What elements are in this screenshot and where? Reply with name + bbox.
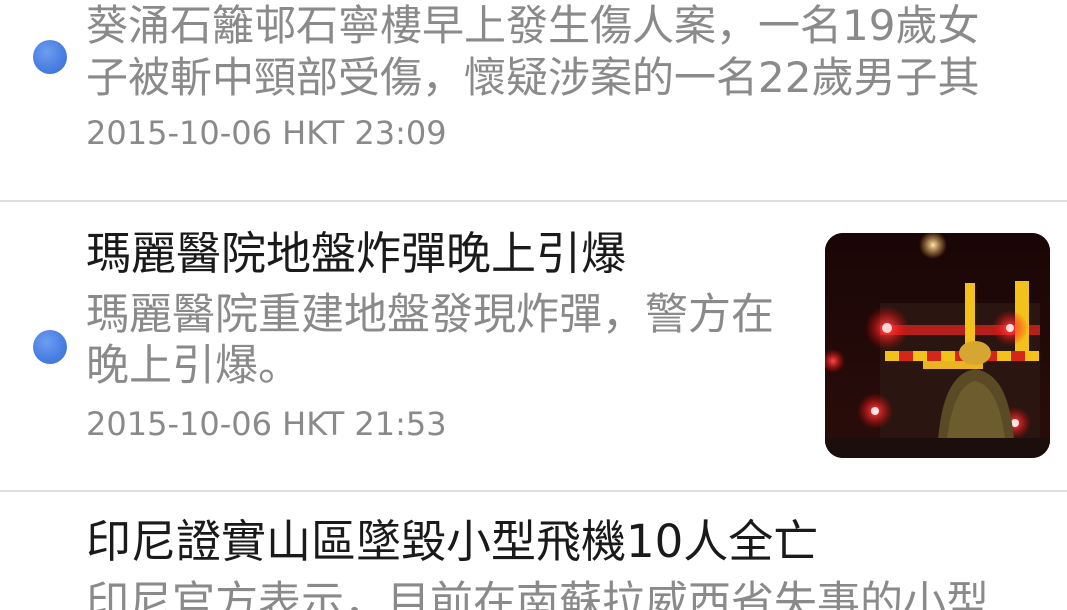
news-timestamp: 2015-10-06 HKT 21:53 [86,405,447,443]
news-title: 瑪麗醫院地盤炸彈晚上引爆 [86,227,627,280]
news-feed: 葵涌石籬邨石寧樓早上發生傷人案，一名19歲女 子被斬中頸部受傷，懷疑涉案的一名2… [0,0,1067,610]
news-summary: 瑪麗醫院重建地盤發現炸彈，警方在 晚上引爆。 [86,290,774,391]
news-title: 印尼證實山區墜毀小型飛機10人全亡 [86,515,819,568]
unread-dot-icon [33,40,67,74]
news-item[interactable]: 印尼證實山區墜毀小型飛機10人全亡 印尼官方表示，目前在南蘇拉威西省失事的小型 [0,492,1067,610]
fire-truck-photo [825,233,1050,458]
news-summary: 印尼官方表示，目前在南蘇拉威西省失事的小型 [86,578,989,610]
news-summary: 葵涌石籬邨石寧樓早上發生傷人案，一名19歲女 子被斬中頸部受傷，懷疑涉案的一名2… [86,1,980,102]
news-thumbnail[interactable] [825,233,1050,458]
unread-dot-icon [33,330,67,364]
news-item[interactable]: 葵涌石籬邨石寧樓早上發生傷人案，一名19歲女 子被斬中頸部受傷，懷疑涉案的一名2… [0,0,1067,200]
news-timestamp: 2015-10-06 HKT 23:09 [86,114,447,152]
